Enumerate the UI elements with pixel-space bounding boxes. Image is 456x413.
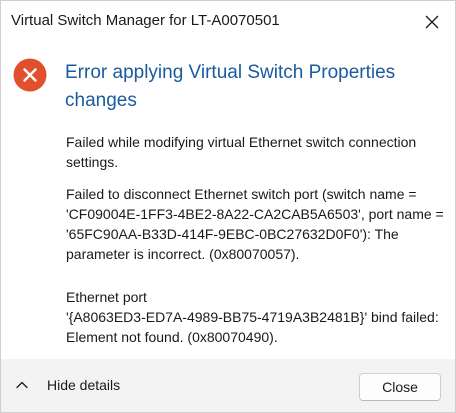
message-line: Ethernet port: [66, 289, 147, 305]
message-line: Failed while modifying virtual Ethernet …: [66, 134, 417, 150]
message-line: '{A8063ED3-ED7A-4989-BB75-4719A3B2481B}'…: [66, 309, 439, 325]
error-summary: Failed while modifying virtual Ethernet …: [66, 132, 446, 172]
message-line: parameter is incorrect. (0x80070057).: [66, 246, 300, 262]
message-line: 'CF09004E-1FF3-4BE2-8A22-CA2CAB5A6503', …: [66, 206, 444, 222]
message-line: '65FC90AA-B33D-414F-9EBC-0BC27632D0F0'):…: [66, 226, 399, 242]
dialog-footer: Hide details Close: [1, 359, 455, 412]
hide-details-toggle[interactable]: Hide details: [15, 377, 120, 393]
window-title: Virtual Switch Manager for LT-A0070501: [11, 12, 280, 29]
error-detail-bind: Ethernet port '{A8063ED3-ED7A-4989-BB75-…: [66, 287, 446, 347]
message-line: Element not found. (0x80070490).: [66, 329, 278, 345]
close-button[interactable]: Close: [359, 373, 441, 401]
close-window-button[interactable]: [417, 7, 447, 37]
title-bar: Virtual Switch Manager for LT-A0070501: [1, 1, 455, 41]
error-detail-disconnect: Failed to disconnect Ethernet switch por…: [66, 184, 446, 264]
close-icon: [425, 15, 439, 29]
message-line: settings.: [66, 154, 119, 170]
error-heading: Error applying Virtual Switch Properties…: [65, 59, 435, 115]
message-line: Failed to disconnect Ethernet switch por…: [66, 186, 417, 202]
hide-details-label: Hide details: [47, 377, 121, 393]
error-heading-line: Error applying Virtual Switch Properties: [65, 62, 396, 83]
chevron-up-icon: [16, 381, 28, 389]
error-icon: [13, 58, 47, 92]
error-heading-line: changes: [65, 90, 137, 111]
error-dialog: Virtual Switch Manager for LT-A0070501 E…: [0, 0, 456, 413]
